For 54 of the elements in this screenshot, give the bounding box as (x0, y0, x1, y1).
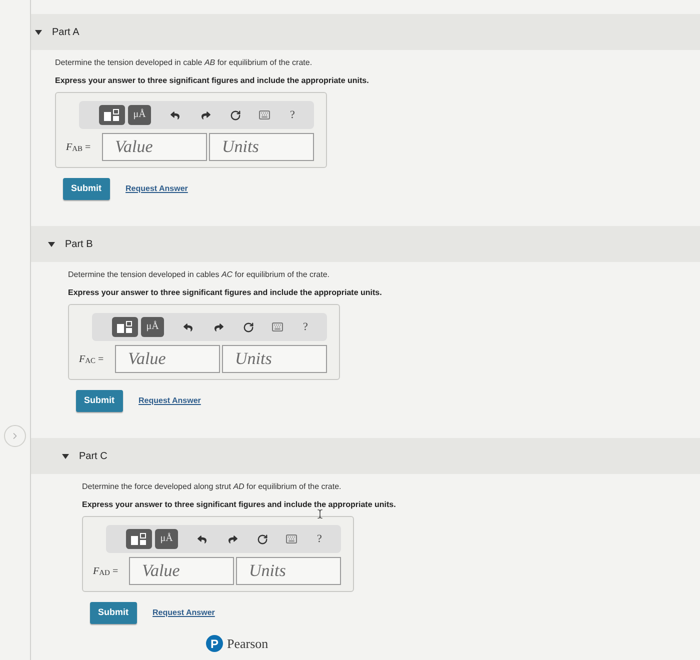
answer-label: F$_{AB}$ = (66, 140, 92, 154)
request-answer-link[interactable]: Request Answer (138, 395, 201, 407)
keyboard-icon (284, 533, 298, 545)
keyboard-icon (256, 109, 272, 121)
submit-button[interactable]: Submit (76, 390, 122, 412)
question-text: Determine the force developed along strut AD for equilibrium of the crate. (82, 482, 342, 492)
caret-down-icon[interactable] (48, 240, 55, 248)
symbols-button[interactable]: μÅ (141, 317, 164, 337)
submit-button[interactable]: Submit (63, 178, 110, 200)
caret-down-icon[interactable] (35, 28, 42, 36)
symbols-button[interactable]: μÅ (128, 105, 151, 125)
help-button[interactable]: ? (288, 105, 297, 125)
undo-icon (170, 110, 180, 120)
redo-icon (228, 534, 238, 544)
redo-icon (201, 110, 211, 120)
undo-icon (183, 322, 193, 332)
request-answer-link[interactable]: Request Answer (152, 607, 215, 619)
templates-icon (117, 321, 133, 333)
caret-down-icon[interactable] (62, 452, 69, 460)
value-input[interactable]: Value (115, 345, 220, 373)
brand-name: Pearson (227, 635, 268, 653)
units-input[interactable]: Units (236, 557, 341, 585)
symbols-button[interactable]: μÅ (155, 529, 178, 549)
value-input[interactable]: Value (102, 133, 207, 161)
templates-button[interactable] (126, 529, 152, 549)
part-title: Part B (65, 238, 93, 252)
pearson-logo: P (206, 635, 223, 652)
redo-icon (214, 322, 224, 332)
reset-icon (242, 322, 254, 332)
instruction-text: Express your answer to three significant figures and include the appropriate units. (55, 76, 369, 86)
templates-icon (131, 533, 147, 545)
undo-icon (197, 534, 207, 544)
question-text: Determine the tension developed in cable AB for equilibrium of the crate. (55, 58, 312, 68)
answer-label: F$_{AC}$ = (79, 352, 105, 366)
reset-icon (256, 534, 268, 544)
question-text: Determine the tension developed in cables AC for equilibrium of the crate. (68, 270, 330, 280)
templates-button[interactable] (99, 105, 125, 125)
units-input[interactable]: Units (222, 345, 327, 373)
keyboard-icon (270, 321, 284, 333)
templates-button[interactable] (112, 317, 138, 337)
help-button[interactable]: ? (315, 529, 324, 549)
help-button[interactable]: ? (301, 317, 310, 337)
part-title: Part A (52, 26, 80, 40)
answer-label: F$_{AD}$ = (93, 564, 120, 578)
instruction-text: Express your answer to three significant figures and include the appropriate units. (68, 288, 382, 298)
value-input[interactable]: Value (129, 557, 234, 585)
sidebar-toggle[interactable] (4, 425, 26, 447)
units-input[interactable]: Units (209, 133, 314, 161)
reset-icon (230, 110, 240, 120)
templates-icon (104, 109, 120, 121)
instruction-text: Express your answer to three significant figures and include the appropriate units. (82, 500, 396, 510)
part-title: Part C (79, 450, 108, 464)
request-answer-link[interactable]: Request Answer (126, 183, 188, 195)
submit-button[interactable]: Submit (90, 602, 136, 624)
